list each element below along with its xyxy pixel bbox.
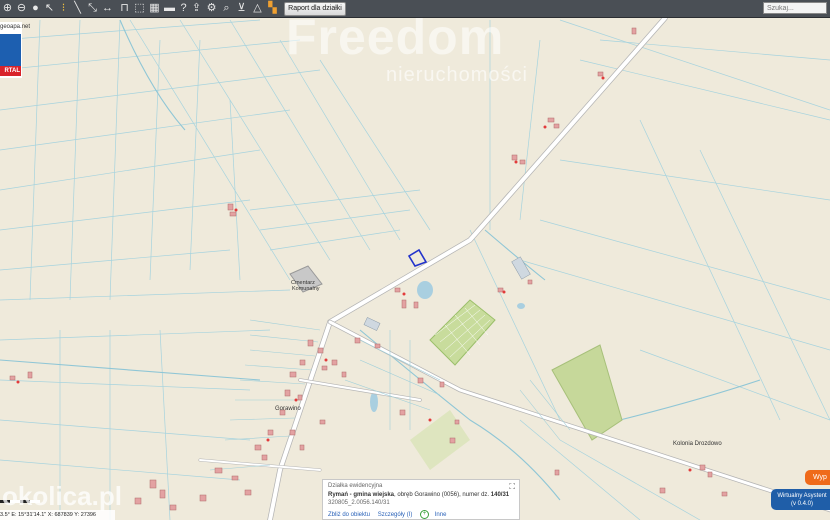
logo-url: geoapa.net <box>0 24 31 30</box>
lock-icon[interactable]: ⊓ <box>118 2 131 15</box>
okolica-watermark: okolica.pl <box>2 481 122 511</box>
pond <box>517 303 525 309</box>
watermark-subtitle: nieruchomości <box>386 64 528 86</box>
popup-description: Rymań - gmina wiejska, obręb Gorawino (0… <box>328 492 509 498</box>
popup-parcel-code: 320805_2.0056.140/31 <box>328 500 390 506</box>
popup-commune: Rymań - gmina wiejska <box>328 492 395 498</box>
other-link[interactable]: Inne <box>435 512 447 518</box>
search-icon[interactable]: ⌕ <box>220 2 233 15</box>
measure-line-icon[interactable]: ╲ <box>71 2 84 15</box>
orange-side-button[interactable]: Wyp <box>805 470 830 485</box>
colony-label: Kolonia Drozdowo <box>673 441 722 447</box>
cemetery-label-2: Komunalny <box>292 286 320 292</box>
cart-icon[interactable]: ⊻ <box>235 2 248 15</box>
virtual-assistant-button[interactable]: Wirtualny Asystent (v 0.4.0) <box>771 489 830 510</box>
pond <box>417 281 433 299</box>
pond <box>370 392 378 412</box>
coordinates-readout: 3.5° E: 15°31'14.1" X: 687839 Y: 27396 <box>0 510 115 520</box>
close-icon[interactable]: ⛶ <box>509 482 515 492</box>
report-button[interactable]: Raport dla działki <box>284 2 346 16</box>
virtual-assistant-version: (v 0.4.0) <box>790 501 813 507</box>
plus-icon[interactable]: + <box>420 510 430 519</box>
marker-icon[interactable]: ⁝ <box>57 2 70 15</box>
toolbar: ⊕ ⊖ ● ↖ ⁝ ╲ ⤡ ↔ ⊓ ⬚ ▦ ▬ ? ⇪ ⚙ ⌕ ⊻ △ ▚ Ra… <box>0 0 830 18</box>
popup-precinct: , obręb Gorawino (0056), numer dz. <box>394 492 490 498</box>
measure-distance-icon[interactable]: ⤡ <box>86 2 99 15</box>
car-icon[interactable]: ▬ <box>163 2 176 15</box>
popup-links: Zbliż do obiektu Szczegóły (I) + Inne <box>328 510 452 519</box>
zoom-out-icon[interactable]: ⊖ <box>15 2 28 15</box>
parcel-popup: Działka ewidencyjna ⛶ Rymań - gmina wiej… <box>322 479 520 520</box>
grid-icon[interactable]: ▦ <box>148 2 161 15</box>
help-icon[interactable]: ? <box>177 2 190 15</box>
details-link[interactable]: Szczegóły (I) <box>378 512 413 518</box>
village-label: Gorawino <box>275 406 301 412</box>
logo-label: RTAL <box>0 66 21 76</box>
warning-icon[interactable]: △ <box>251 2 264 15</box>
upload-icon[interactable]: ⇪ <box>190 2 203 15</box>
search-input[interactable] <box>763 2 827 14</box>
measure-width-icon[interactable]: ↔ <box>101 2 114 15</box>
layers-icon[interactable]: ▚ <box>266 2 279 15</box>
zoom-in-icon[interactable]: ⊕ <box>1 2 14 15</box>
popup-title: Działka ewidencyjna <box>328 483 383 489</box>
settings-icon[interactable]: ⚙ <box>205 2 218 15</box>
cursor-icon[interactable]: ↖ <box>43 2 56 15</box>
popup-parcel-number: 140/31 <box>490 492 510 498</box>
zoom-to-object-link[interactable]: Zbliż do obiektu <box>328 512 370 518</box>
virtual-assistant-label: Wirtualny Asystent <box>777 493 827 499</box>
logo-emblem <box>0 34 21 66</box>
circle-icon[interactable]: ● <box>29 2 42 15</box>
select-icon[interactable]: ⬚ <box>133 2 146 15</box>
